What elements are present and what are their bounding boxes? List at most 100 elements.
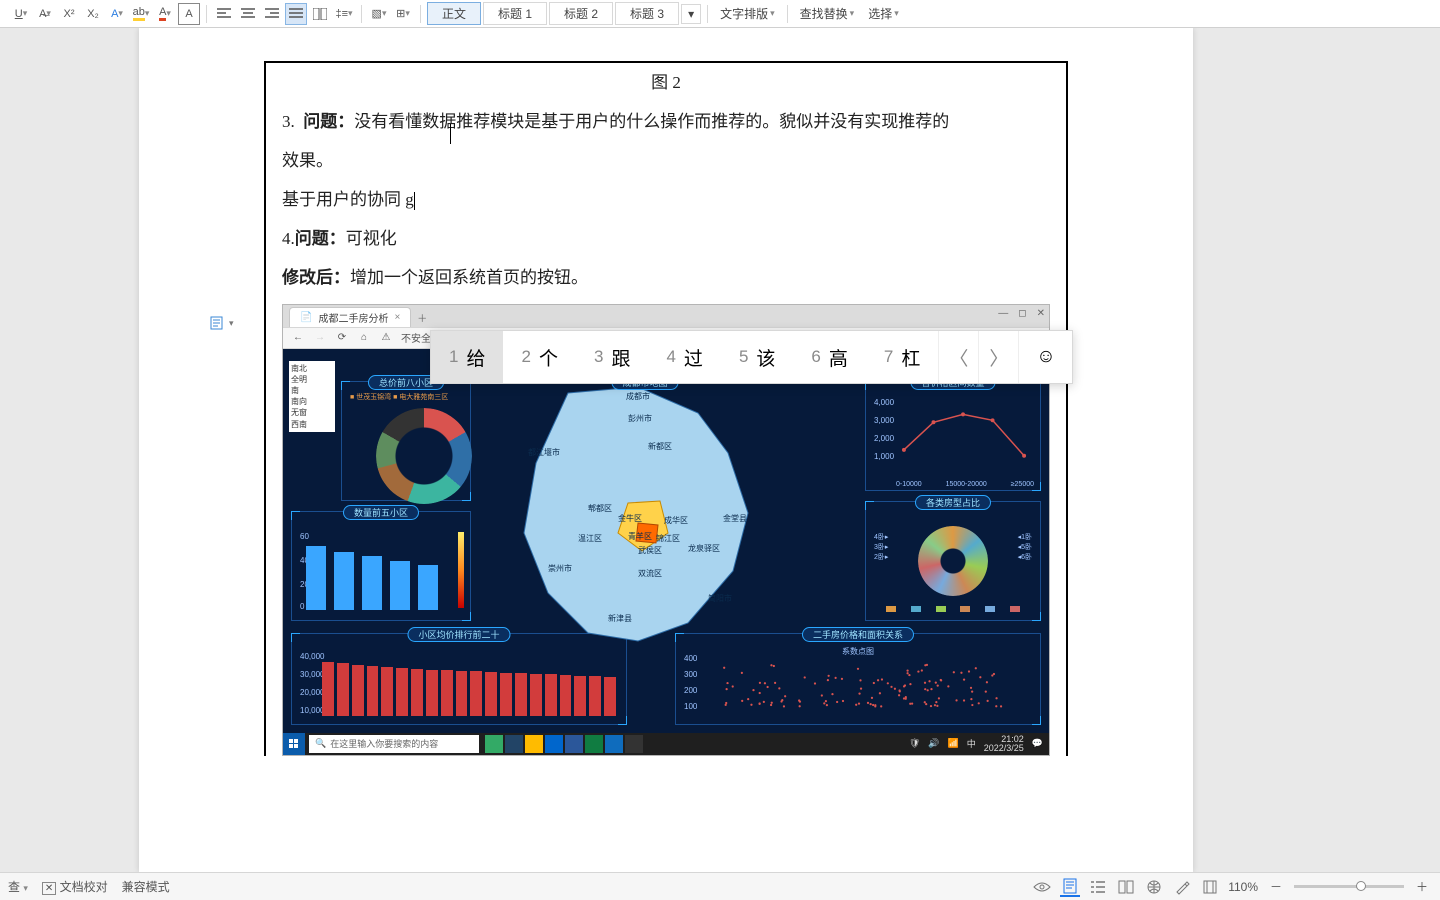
lookup-button[interactable]: 查 ▾ bbox=[8, 878, 28, 895]
panel-line: 各价格区间数量 4,0003,0002,0001,000 0-100001500… bbox=[865, 381, 1041, 491]
columns-button[interactable] bbox=[309, 3, 331, 25]
windows-taskbar: 🔍在这里输入你要搜索的内容 🛡 🔊 📶 中 21:022022 bbox=[283, 733, 1049, 755]
style-more[interactable]: ▾ bbox=[681, 4, 701, 24]
ime-candidate-bar: 1给 2个 3跟 4过 5该 6高 7杠 〈 〉 ☺ bbox=[430, 330, 1073, 384]
select-button[interactable]: 选择▾ bbox=[862, 3, 905, 24]
ime-candidate[interactable]: 6高 bbox=[793, 331, 865, 383]
tab-close-icon[interactable]: × bbox=[394, 312, 400, 323]
orientation-legend: 南北全明 南南向 无窗西南 bbox=[289, 361, 335, 432]
tray-icon[interactable]: 🛡 bbox=[909, 738, 920, 749]
find-replace-button[interactable]: 查找替换▾ bbox=[794, 3, 861, 24]
window-max-icon[interactable]: ◻ bbox=[1018, 308, 1026, 319]
start-button[interactable] bbox=[283, 733, 305, 755]
radial-chart bbox=[918, 526, 988, 596]
insecure-icon: ⚠ bbox=[379, 332, 393, 343]
zoom-value[interactable]: 110% bbox=[1228, 880, 1258, 894]
align-right-button[interactable] bbox=[261, 3, 283, 25]
task-app[interactable] bbox=[625, 735, 643, 753]
ime-candidate[interactable]: 3跟 bbox=[576, 331, 648, 383]
tray-lang[interactable]: 中 bbox=[967, 737, 976, 750]
nav-fwd-icon[interactable]: → bbox=[313, 332, 327, 343]
window-min-icon[interactable]: — bbox=[998, 308, 1008, 319]
map-label: 简阳市 bbox=[708, 593, 732, 604]
task-app[interactable] bbox=[565, 735, 583, 753]
nav-reload-icon[interactable]: ⟳ bbox=[335, 332, 349, 343]
map-label: 新都区 bbox=[648, 441, 672, 452]
map-label: 武侯区 bbox=[638, 545, 662, 556]
tab-favicon: 📄 bbox=[300, 312, 312, 323]
proof-button[interactable]: ✕ 文档校对 bbox=[42, 878, 108, 895]
browser-tab[interactable]: 📄 成都二手房分析 × bbox=[289, 307, 411, 327]
scatter-chart bbox=[706, 660, 1030, 712]
tray-icon[interactable]: 📶 bbox=[948, 738, 959, 749]
text-layout-button[interactable]: 文字排版▾ bbox=[714, 3, 781, 24]
nav-back-icon[interactable]: ← bbox=[291, 332, 305, 343]
zoom-slider[interactable] bbox=[1294, 885, 1404, 888]
input-line[interactable]: 基于用户的协同 g bbox=[266, 180, 1066, 219]
taskbar-search[interactable]: 🔍在这里输入你要搜索的内容 bbox=[309, 735, 479, 753]
map-label: 成都市 bbox=[626, 391, 650, 402]
ime-prev-icon[interactable]: 〈 bbox=[938, 331, 978, 383]
shading-button[interactable]: ▧▾ bbox=[368, 3, 390, 25]
view-page-icon[interactable] bbox=[1060, 877, 1080, 897]
ime-candidate[interactable]: 1给 bbox=[431, 331, 503, 383]
map-label: 郫都区 bbox=[588, 503, 612, 514]
char-shading-button[interactable]: A bbox=[178, 3, 200, 25]
highlight-button[interactable]: ab▾ bbox=[130, 3, 152, 25]
strike-button[interactable]: A̶▾ bbox=[34, 3, 56, 25]
task-app[interactable] bbox=[485, 735, 503, 753]
secondary-caret bbox=[450, 124, 451, 144]
panel-radial: 各类房型占比 4卧▸3卧▸2卧▸ ◂1卧◂5卧◂6卧 bbox=[865, 501, 1041, 621]
figure-caption: 图 2 bbox=[266, 63, 1066, 102]
align-center-button[interactable] bbox=[237, 3, 259, 25]
style-h2[interactable]: 标题 2 bbox=[549, 2, 613, 25]
scatter-subtitle: 系数点图 bbox=[676, 646, 1040, 657]
underline-button[interactable]: U▾ bbox=[10, 3, 32, 25]
style-h3[interactable]: 标题 3 bbox=[615, 2, 679, 25]
ime-candidate[interactable]: 5该 bbox=[721, 331, 793, 383]
window-close-icon[interactable]: ✕ bbox=[1037, 308, 1045, 319]
task-app[interactable] bbox=[605, 735, 623, 753]
align-left-button[interactable] bbox=[213, 3, 235, 25]
map-label: 彭州市 bbox=[628, 413, 652, 424]
map-label: 金堂县 bbox=[723, 513, 747, 524]
line-spacing-button[interactable]: ‡≡▾ bbox=[333, 3, 355, 25]
zoom-fit-icon[interactable] bbox=[1200, 877, 1220, 897]
view-outline-icon[interactable] bbox=[1088, 877, 1108, 897]
eye-icon[interactable] bbox=[1032, 877, 1052, 897]
task-app[interactable] bbox=[585, 735, 603, 753]
ime-next-icon[interactable]: 〉 bbox=[978, 331, 1018, 383]
bar-chart-5 bbox=[306, 536, 456, 610]
view-draft-icon[interactable] bbox=[1172, 877, 1192, 897]
align-justify-button[interactable] bbox=[285, 3, 307, 25]
map-label: 都江堰市 bbox=[528, 447, 560, 458]
ime-candidate[interactable]: 7杠 bbox=[866, 331, 938, 383]
tray-icon[interactable]: 🔊 bbox=[928, 738, 939, 749]
subscript-button[interactable]: X₂ bbox=[82, 3, 104, 25]
font-color-button[interactable]: A▾ bbox=[154, 3, 176, 25]
borders-button[interactable]: ⊞▾ bbox=[392, 3, 414, 25]
zoom-out-button[interactable]: － bbox=[1266, 877, 1286, 897]
task-app[interactable] bbox=[525, 735, 543, 753]
zoom-in-button[interactable]: ＋ bbox=[1412, 877, 1432, 897]
style-h1[interactable]: 标题 1 bbox=[483, 2, 547, 25]
panel-title: 各类房型占比 bbox=[915, 495, 991, 510]
style-normal[interactable]: 正文 bbox=[427, 2, 481, 25]
panel-map: 成都市地图 成都市 新都区 都江堰市 郫都区 金牛区 成华区 青羊区 武侯区 锦… bbox=[478, 383, 812, 655]
ime-candidate[interactable]: 4过 bbox=[648, 331, 720, 383]
superscript-button[interactable]: X² bbox=[58, 3, 80, 25]
section-marker[interactable]: ▾ bbox=[210, 314, 236, 332]
task-app[interactable] bbox=[545, 735, 563, 753]
text-caret bbox=[414, 192, 415, 210]
ime-emoji-icon[interactable]: ☺ bbox=[1018, 331, 1072, 383]
map-label: 青羊区 bbox=[628, 531, 652, 542]
document-page[interactable]: 图 2 3. 问题：没有看懂数据推荐模块是基于用户的什么操作而推荐的。貌似并没有… bbox=[264, 61, 1068, 756]
view-read-icon[interactable] bbox=[1116, 877, 1136, 897]
task-app[interactable] bbox=[505, 735, 523, 753]
tray-notif-icon[interactable]: 💬 bbox=[1032, 738, 1043, 749]
view-web-icon[interactable] bbox=[1144, 877, 1164, 897]
nav-home-icon[interactable]: ⌂ bbox=[357, 332, 371, 343]
ime-candidate[interactable]: 2个 bbox=[503, 331, 575, 383]
new-tab-button[interactable]: ＋ bbox=[413, 309, 431, 327]
text-effect-button[interactable]: A▾ bbox=[106, 3, 128, 25]
